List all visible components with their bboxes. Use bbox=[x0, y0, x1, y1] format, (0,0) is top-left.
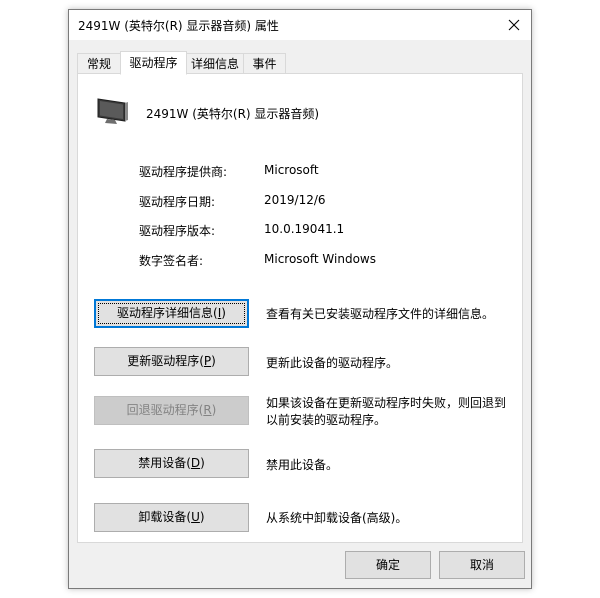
driver-panel: 2491W (英特尔(R) 显示器音频) 驱动程序提供商: Microsoft … bbox=[77, 73, 523, 543]
roll-back-driver-description: 如果该设备在更新驱动程序时失败，则回退到以前安装的驱动程序。 bbox=[266, 396, 507, 427]
driver-details-description: 查看有关已安装驱动程序文件的详细信息。 bbox=[266, 307, 495, 321]
version-label: 驱动程序版本: bbox=[139, 224, 216, 238]
title-bar[interactable]: 2491W (英特尔(R) 显示器音频) 属性 bbox=[69, 10, 531, 40]
tab-events[interactable]: 事件 bbox=[243, 53, 286, 73]
driver-details-button[interactable]: 驱动程序详细信息(I) bbox=[94, 299, 249, 328]
roll-back-driver-button[interactable]: 回退驱动程序(R) bbox=[94, 396, 249, 425]
update-driver-description: 更新此设备的驱动程序。 bbox=[266, 356, 399, 370]
disable-device-button[interactable]: 禁用设备(D) bbox=[94, 449, 249, 478]
properties-dialog: 2491W (英特尔(R) 显示器音频) 属性 常规 驱动程序 详细信息 事件 … bbox=[68, 9, 532, 589]
cancel-button[interactable]: 取消 bbox=[439, 551, 525, 579]
signer-value: Microsoft Windows bbox=[264, 252, 376, 266]
date-label: 驱动程序日期: bbox=[139, 195, 216, 209]
device-name: 2491W (英特尔(R) 显示器音频) bbox=[146, 107, 320, 121]
provider-label: 驱动程序提供商: bbox=[139, 165, 228, 179]
disable-device-description: 禁用此设备。 bbox=[266, 458, 339, 472]
uninstall-device-button[interactable]: 卸载设备(U) bbox=[94, 503, 249, 532]
version-value: 10.0.19041.1 bbox=[264, 222, 345, 236]
provider-value: Microsoft bbox=[264, 163, 319, 177]
close-icon bbox=[508, 19, 520, 31]
focus-rect bbox=[98, 303, 245, 324]
date-value: 2019/12/6 bbox=[264, 193, 326, 207]
tab-driver[interactable]: 驱动程序 bbox=[120, 51, 187, 75]
monitor-icon bbox=[97, 98, 128, 124]
signer-label: 数字签名者: bbox=[139, 254, 204, 268]
window-title: 2491W (英特尔(R) 显示器音频) 属性 bbox=[78, 19, 279, 33]
tab-details[interactable]: 详细信息 bbox=[186, 53, 244, 73]
close-button[interactable] bbox=[497, 10, 531, 40]
uninstall-device-description: 从系统中卸载设备(高级)。 bbox=[266, 511, 408, 525]
tab-general[interactable]: 常规 bbox=[77, 53, 121, 73]
ok-button[interactable]: 确定 bbox=[345, 551, 431, 579]
update-driver-button[interactable]: 更新驱动程序(P) bbox=[94, 347, 249, 376]
